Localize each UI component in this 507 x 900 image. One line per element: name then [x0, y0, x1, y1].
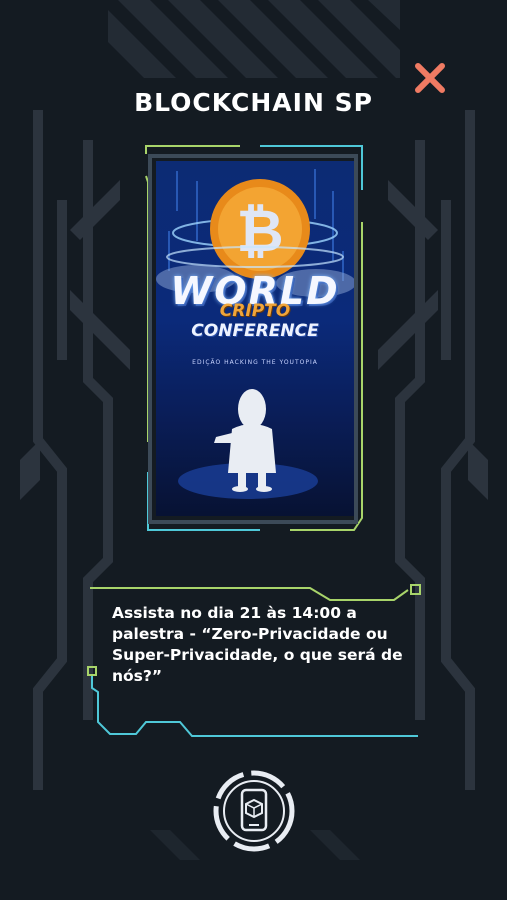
- svg-text:₿: ₿: [236, 197, 283, 265]
- event-description: Assista no dia 21 às 14:00 a palestra - …: [112, 604, 403, 685]
- bitcoin-coin-icon: ₿: [210, 179, 310, 279]
- page-title: BLOCKCHAIN SP: [134, 88, 373, 117]
- augmented-reality-phone-icon: [213, 770, 295, 852]
- poster-subtitle: EDIÇÃO HACKING THE YOUTOPIA: [192, 359, 318, 366]
- ar-view-button[interactable]: [211, 768, 297, 854]
- event-poster[interactable]: ₿ WORLD CRIPTO CONFERENCE EDIÇÃO HACKING…: [156, 161, 354, 516]
- poster-title-cripto: CRIPTO: [219, 301, 291, 321]
- poster-title-conference: CONFERENCE: [191, 321, 319, 341]
